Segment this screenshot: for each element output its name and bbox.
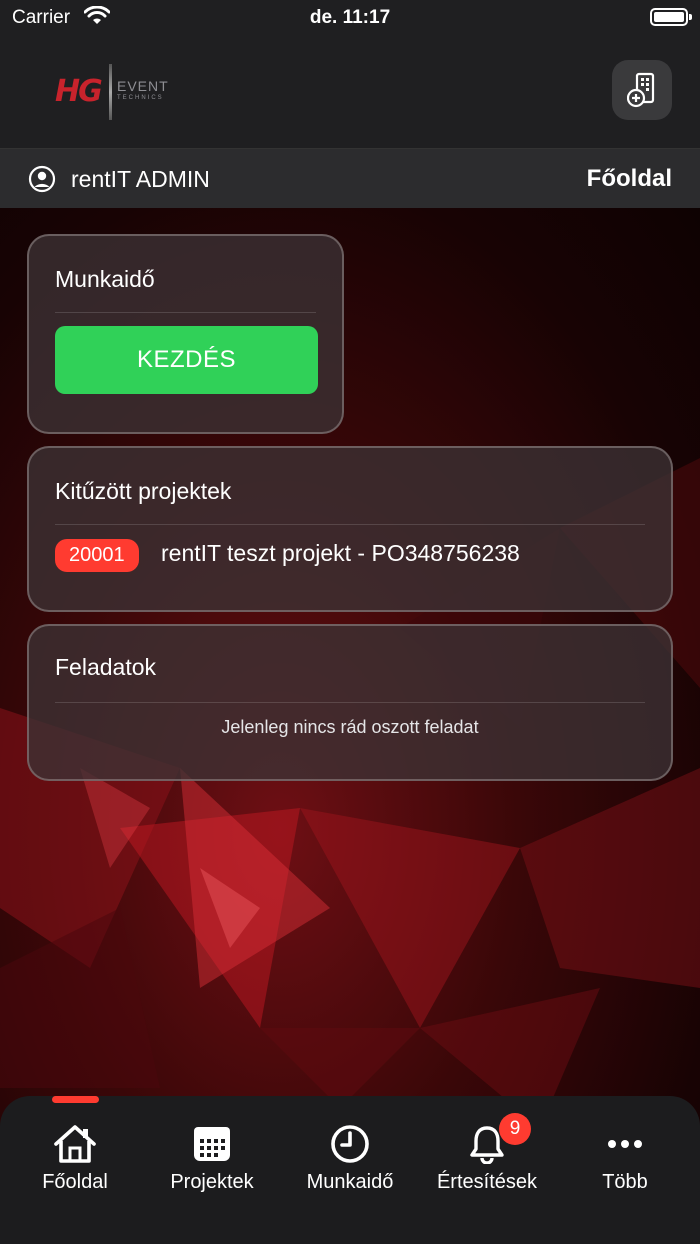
tasks-empty-message: Jelenleg nincs rád oszott feladat	[221, 717, 479, 737]
pinned-projects-title: Kitűzött projektek	[55, 478, 232, 504]
project-name[interactable]: rentIT teszt projekt - PO348756238	[161, 540, 520, 567]
project-id-badge: 20001	[55, 539, 139, 572]
logo-sub: TECHNICS	[117, 95, 164, 101]
card-divider	[55, 524, 645, 525]
user-row: rentIT ADMIN Főoldal	[0, 149, 700, 208]
clock-time: de. 11:17	[309, 7, 391, 28]
notification-count-badge: 9	[499, 1113, 531, 1145]
tab-label-home: Főoldal	[42, 1171, 108, 1193]
pinned-projects-card: Kitűzött projektek 20001 rentIT teszt pr…	[27, 446, 673, 612]
tasks-card: Feladatok Jelenleg nincs rád oszott fela…	[27, 624, 673, 781]
logo-word: EVENT	[117, 78, 169, 94]
brand-logo: HG EVENT TECHNICS	[55, 62, 170, 122]
tasks-title: Feladatok	[55, 654, 157, 680]
calendar-icon	[194, 1127, 230, 1161]
logo-mark: HG	[55, 74, 103, 109]
page-title: Főoldal	[586, 165, 672, 192]
tab-projects[interactable]: Projektek	[142, 1124, 282, 1194]
tab-notifications[interactable]: 9 Értesítések	[417, 1113, 557, 1194]
tab-worktime[interactable]: Munkaidő	[280, 1124, 420, 1194]
tab-label-projects: Projektek	[170, 1171, 254, 1193]
scan-device-button[interactable]	[612, 60, 672, 120]
tab-more[interactable]: Több	[555, 1124, 695, 1194]
home-icon	[54, 1125, 96, 1163]
user-icon[interactable]	[28, 165, 56, 198]
tab-home[interactable]: Főoldal	[5, 1124, 145, 1194]
doc-scanner-add-icon	[627, 72, 655, 108]
card-divider	[55, 702, 645, 703]
worktime-title: Munkaidő	[55, 266, 155, 292]
battery-icon	[650, 8, 692, 26]
app-header: HG EVENT TECHNICS	[0, 36, 700, 149]
more-icon	[608, 1140, 642, 1148]
user-name[interactable]: rentIT ADMIN	[71, 166, 210, 193]
tab-label-notifications: Értesítések	[436, 1171, 538, 1193]
tab-label-worktime: Munkaidő	[306, 1171, 394, 1193]
active-tab-indicator	[52, 1096, 99, 1103]
clock-icon	[331, 1125, 369, 1163]
tab-label-more: Több	[602, 1171, 648, 1193]
start-work-button[interactable]: KEZDÉS	[55, 326, 318, 394]
logo-divider	[109, 64, 112, 120]
card-divider	[55, 312, 316, 313]
worktime-card: Munkaidő KEZDÉS	[27, 234, 344, 434]
status-bar: Carrier de. 11:17	[0, 0, 700, 36]
